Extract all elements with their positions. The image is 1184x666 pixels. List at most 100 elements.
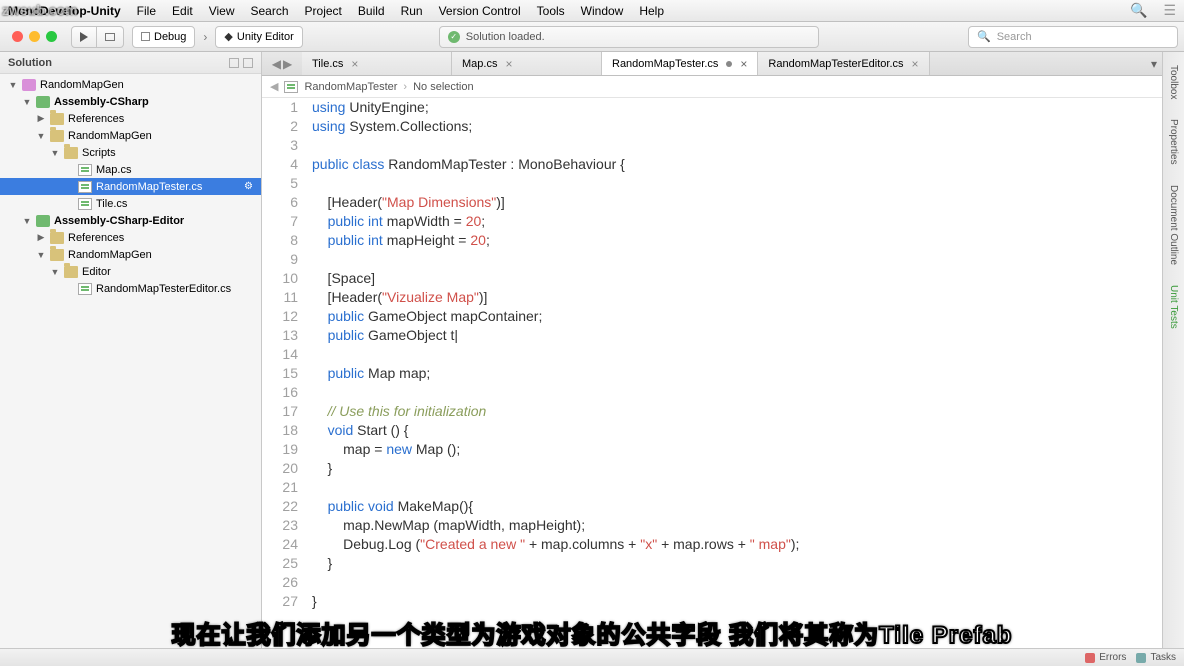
- tree-label: RandomMapTesterEditor.cs: [96, 283, 231, 295]
- solution-tree[interactable]: ▼RandomMapGen▼Assembly-CSharp▶References…: [0, 74, 261, 648]
- menu-vcs[interactable]: Version Control: [439, 4, 521, 18]
- menu-icon[interactable]: ☰: [1163, 2, 1176, 19]
- run-button[interactable]: [71, 26, 97, 48]
- tree-label: RandomMapTester.cs: [96, 181, 202, 193]
- tab-label: Tile.cs: [312, 58, 343, 70]
- breadcrumb[interactable]: ◀ RandomMapTester › No selection: [262, 76, 1162, 98]
- menubar: MonoDevelop-Unity File Edit View Search …: [0, 0, 1184, 22]
- close-tab-icon[interactable]: ×: [740, 57, 747, 71]
- tree-label: RandomMapGen: [68, 130, 152, 142]
- tree-row[interactable]: ▼RandomMapGen: [0, 76, 261, 93]
- cs-icon: [78, 283, 92, 295]
- device-icon: [105, 33, 115, 41]
- document-tab[interactable]: Map.cs ×: [452, 52, 602, 75]
- folder-icon: [50, 113, 64, 125]
- menu-search[interactable]: Search: [251, 4, 289, 18]
- tree-label: References: [68, 232, 124, 244]
- zoom-window-icon[interactable]: [46, 31, 57, 42]
- menu-view[interactable]: View: [209, 4, 235, 18]
- document-tab[interactable]: RandomMapTester.cs ×: [602, 52, 758, 75]
- nav-fwd-icon[interactable]: ▶: [283, 57, 292, 71]
- close-tab-icon[interactable]: ×: [912, 57, 919, 71]
- device-select[interactable]: [97, 26, 124, 48]
- solution-pad: Solution ▼RandomMapGen▼Assembly-CSharp▶R…: [0, 52, 262, 648]
- gear-icon[interactable]: ⚙: [244, 181, 253, 192]
- folder-icon: [50, 130, 64, 142]
- unity-icon: ◆: [224, 30, 232, 43]
- document-tabs: ◀▶ Tile.cs×Map.cs×RandomMapTester.cs×Ran…: [262, 52, 1162, 76]
- tree-row[interactable]: ▶References: [0, 229, 261, 246]
- cs-icon: [78, 198, 92, 210]
- tree-row[interactable]: ▼Scripts: [0, 144, 261, 161]
- target-select[interactable]: ◆Unity Editor: [215, 26, 302, 48]
- config-select[interactable]: Debug: [132, 26, 195, 48]
- folder-icon: [50, 232, 64, 244]
- tree-label: Map.cs: [96, 164, 131, 176]
- tree-row[interactable]: ▼RandomMapGen: [0, 246, 261, 263]
- code-source[interactable]: using UnityEngine;using System.Collectio…: [306, 98, 1162, 611]
- close-window-icon[interactable]: [12, 31, 23, 42]
- config-icon: [141, 32, 150, 41]
- tab-label: Map.cs: [462, 58, 497, 70]
- tab-label: RandomMapTester.cs: [612, 58, 718, 70]
- document-tab[interactable]: RandomMapTesterEditor.cs ×: [758, 52, 929, 75]
- folder-icon: [64, 147, 78, 159]
- unit-tests-tab[interactable]: Unit Tests: [1165, 278, 1182, 336]
- code-editor[interactable]: 1234567891011121314151617181920212223242…: [262, 98, 1162, 648]
- nav-back-icon[interactable]: ◀: [270, 80, 278, 93]
- nav-back-icon[interactable]: ◀: [272, 57, 281, 71]
- tree-label: References: [68, 113, 124, 125]
- cs-icon: [78, 164, 92, 176]
- tree-label: Tile.cs: [96, 198, 127, 210]
- proj-icon: [36, 215, 50, 227]
- tree-label: RandomMapGen: [68, 249, 152, 261]
- proj-icon: [36, 96, 50, 108]
- tree-row[interactable]: RandomMapTester.cs ⚙: [0, 178, 261, 195]
- play-icon: [80, 32, 88, 42]
- build-status: ✓ Solution loaded.: [439, 26, 819, 48]
- pad-close-icon[interactable]: [243, 58, 253, 68]
- tree-row[interactable]: ▶References: [0, 110, 261, 127]
- document-tab[interactable]: Tile.cs ×: [302, 52, 452, 75]
- tasks-pad-button[interactable]: Tasks: [1136, 652, 1176, 663]
- pad-opt-icon[interactable]: [229, 58, 239, 68]
- tab-label: RandomMapTesterEditor.cs: [768, 58, 903, 70]
- tasks-icon: [1136, 653, 1146, 663]
- tree-label: Assembly-CSharp: [54, 96, 149, 108]
- menu-run[interactable]: Run: [401, 4, 423, 18]
- tree-row[interactable]: ▼Editor: [0, 263, 261, 280]
- check-icon: ✓: [448, 31, 460, 43]
- menu-build[interactable]: Build: [358, 4, 385, 18]
- breadcrumb-file[interactable]: RandomMapTester: [304, 81, 397, 93]
- toolbox-tab[interactable]: Toolbox: [1165, 58, 1182, 106]
- tree-row[interactable]: ▼RandomMapGen: [0, 127, 261, 144]
- menu-tools[interactable]: Tools: [537, 4, 565, 18]
- global-search[interactable]: 🔍 Search: [968, 26, 1178, 48]
- cs-icon: [78, 181, 92, 193]
- toolbar: Debug › ◆Unity Editor ✓ Solution loaded.…: [0, 22, 1184, 52]
- tree-row[interactable]: Map.cs: [0, 161, 261, 178]
- tree-row[interactable]: ▼Assembly-CSharp-Editor: [0, 212, 261, 229]
- outline-tab[interactable]: Document Outline: [1165, 178, 1182, 272]
- tree-row[interactable]: Tile.cs: [0, 195, 261, 212]
- menu-window[interactable]: Window: [581, 4, 624, 18]
- menu-project[interactable]: Project: [305, 4, 342, 18]
- search-icon[interactable]: 🔍: [1130, 2, 1147, 19]
- errors-pad-button[interactable]: Errors: [1085, 652, 1126, 663]
- breadcrumb-selection[interactable]: No selection: [413, 81, 474, 93]
- solution-pad-header: Solution: [0, 52, 261, 74]
- dirty-indicator-icon: [726, 61, 732, 67]
- minimize-window-icon[interactable]: [29, 31, 40, 42]
- right-dock: Toolbox Properties Document Outline Unit…: [1162, 52, 1184, 648]
- properties-tab[interactable]: Properties: [1165, 112, 1182, 172]
- menu-help[interactable]: Help: [639, 4, 664, 18]
- menu-edit[interactable]: Edit: [172, 4, 193, 18]
- window-controls: [6, 31, 63, 42]
- close-tab-icon[interactable]: ×: [505, 57, 512, 71]
- menu-file[interactable]: File: [137, 4, 156, 18]
- folder-icon: [64, 266, 78, 278]
- tab-overflow-icon[interactable]: ▾: [1146, 52, 1162, 75]
- tree-row[interactable]: ▼Assembly-CSharp: [0, 93, 261, 110]
- tree-row[interactable]: RandomMapTesterEditor.cs: [0, 280, 261, 297]
- close-tab-icon[interactable]: ×: [351, 57, 358, 71]
